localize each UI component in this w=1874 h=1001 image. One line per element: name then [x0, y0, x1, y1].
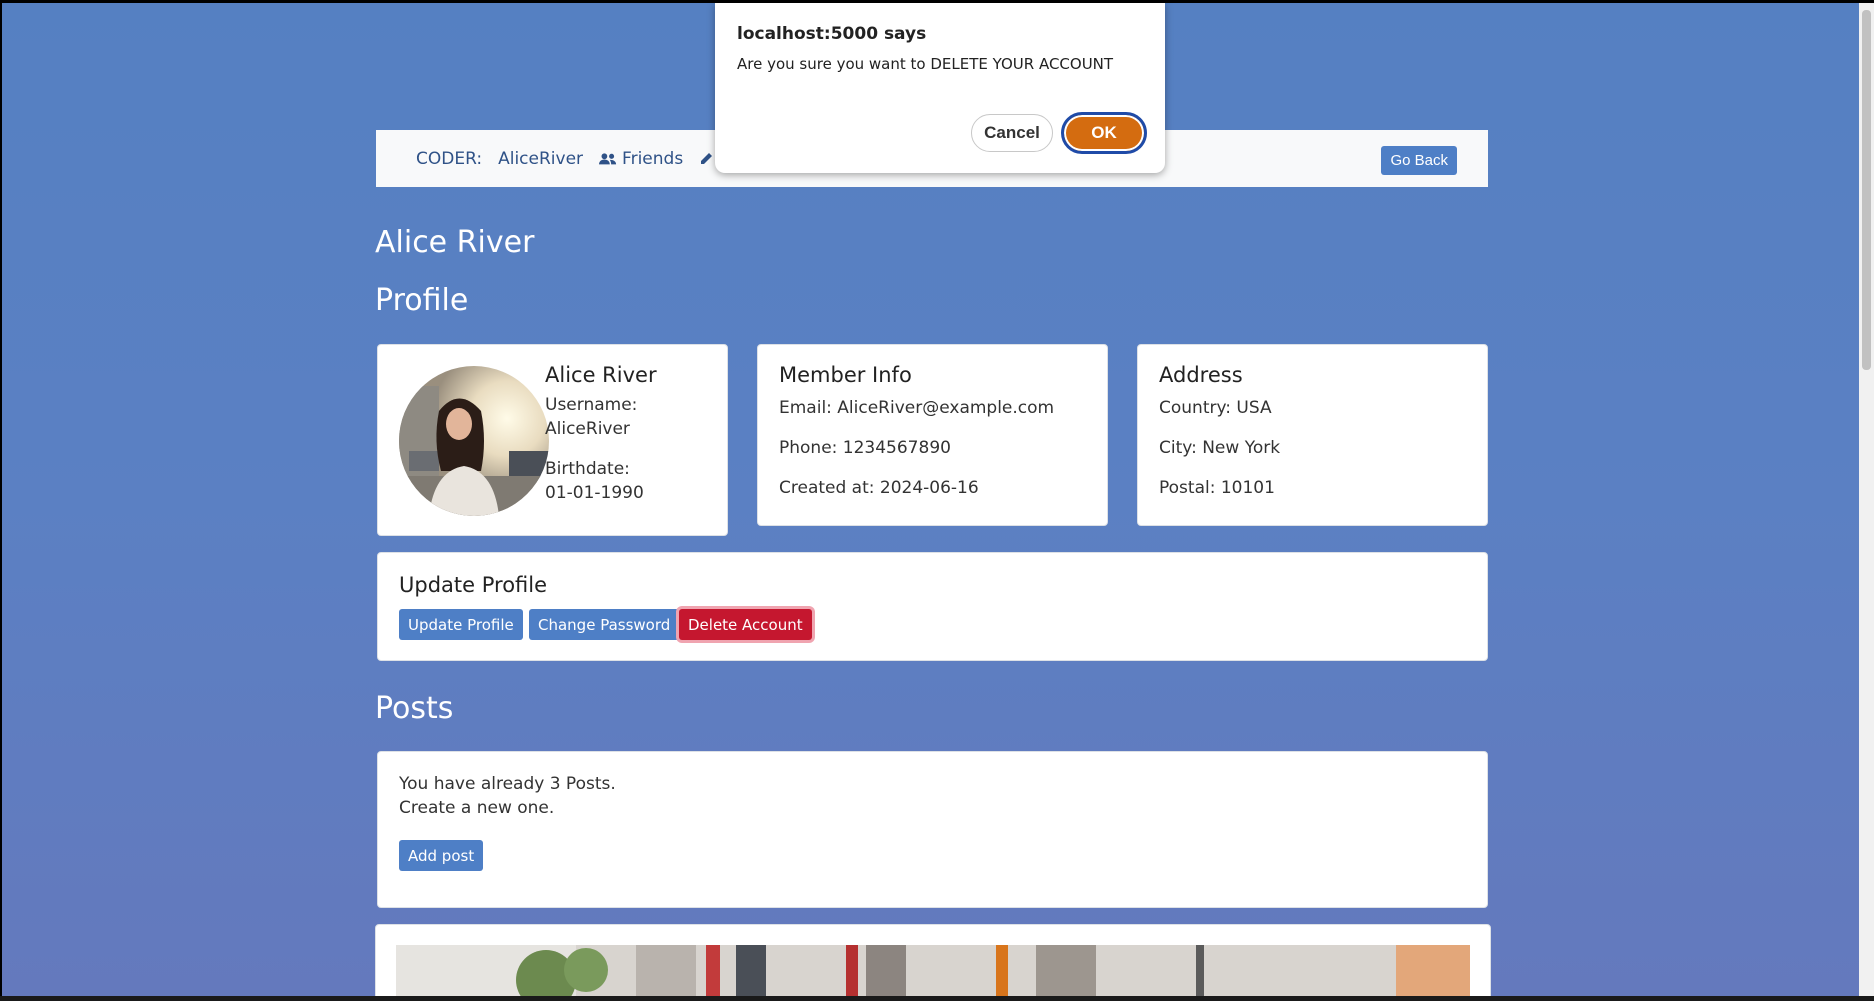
- add-post-button[interactable]: Add post: [399, 840, 484, 871]
- avatar: [399, 366, 549, 516]
- created-text: Created at: 2024-06-16: [779, 478, 979, 498]
- profile-name: Alice River: [545, 363, 657, 387]
- nav-user-link[interactable]: AliceRiver: [498, 149, 583, 169]
- dialog-title: localhost:5000 says: [737, 24, 927, 44]
- profile-card: Alice River Username: AliceRiver Birthda…: [377, 344, 728, 536]
- member-info-title: Member Info: [779, 363, 912, 387]
- confirm-dialog: localhost:5000 says Are you sure you wan…: [715, 3, 1165, 173]
- users-icon: [599, 152, 617, 164]
- address-title: Address: [1159, 363, 1243, 387]
- dialog-ok-button[interactable]: OK: [1061, 112, 1147, 154]
- posts-count-text: You have already 3 Posts.: [399, 774, 616, 794]
- bottom-edge: [0, 996, 1874, 1001]
- update-profile-card: Update Profile Update Profile Change Pas…: [377, 552, 1488, 661]
- post-card: [375, 924, 1491, 996]
- posts-card: You have already 3 Posts. Create a new o…: [377, 751, 1488, 908]
- username-value: AliceRiver: [545, 419, 630, 439]
- profile-heading: Profile: [375, 283, 469, 318]
- country-text: Country: USA: [1159, 398, 1272, 418]
- update-profile-title: Update Profile: [399, 573, 548, 597]
- posts-heading: Posts: [375, 691, 454, 726]
- nav-brand: CODER:: [416, 148, 483, 169]
- nav-friends-link[interactable]: Friends: [599, 149, 683, 169]
- nav-friends-label: Friends: [622, 148, 684, 169]
- birthdate-label: Birthdate:: [545, 459, 630, 479]
- pencil-icon: [701, 152, 713, 164]
- member-info-card: Member Info Email: AliceRiver@example.co…: [757, 344, 1108, 526]
- update-profile-button[interactable]: Update Profile: [399, 609, 523, 640]
- post-image: [396, 945, 1470, 996]
- change-password-button[interactable]: Change Password: [529, 609, 680, 640]
- posts-create-text: Create a new one.: [399, 798, 555, 818]
- birthdate-value: 01-01-1990: [545, 483, 644, 503]
- delete-account-button[interactable]: Delete Account: [679, 609, 812, 640]
- username-label: Username:: [545, 395, 638, 415]
- city-text: City: New York: [1159, 438, 1281, 458]
- page-viewport: CODER: AliceRiver Friends P Go Back Alic…: [2, 3, 1859, 996]
- postal-text: Postal: 10101: [1159, 478, 1275, 498]
- phone-text: Phone: 1234567890: [779, 438, 951, 458]
- go-back-button[interactable]: Go Back: [1381, 146, 1457, 175]
- email-text: Email: AliceRiver@example.com: [779, 398, 1055, 418]
- page-title: Alice River: [375, 225, 535, 260]
- dialog-message: Are you sure you want to DELETE YOUR ACC…: [737, 55, 1114, 73]
- address-card: Address Country: USA City: New York Post…: [1137, 344, 1488, 526]
- dialog-cancel-button[interactable]: Cancel: [971, 114, 1053, 152]
- scrollbar-thumb[interactable]: [1862, 10, 1871, 370]
